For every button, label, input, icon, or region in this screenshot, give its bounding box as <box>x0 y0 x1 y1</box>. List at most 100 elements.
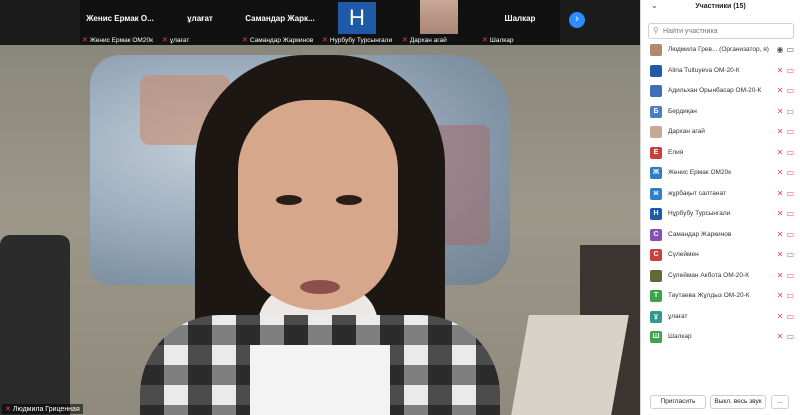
mic-off-icon[interactable]: ✕ <box>777 209 785 218</box>
search-box[interactable]: ⚲ <box>648 23 794 39</box>
thumbnail-label: ✕ Нурбубу Турсынгали <box>322 37 393 44</box>
participant-avatar: ж <box>650 187 662 200</box>
mic-off-icon[interactable]: ✕ <box>777 66 785 75</box>
participant-name: Самандар Жаркинов <box>668 230 732 238</box>
participant-row[interactable]: С Самандар Жаркинов ✕ ▭ <box>641 226 800 247</box>
thumbnail-tile[interactable]: ✕ Дархан агай <box>400 0 480 45</box>
mic-off-icon[interactable]: ✕ <box>777 168 785 177</box>
mic-off-icon[interactable]: ✕ <box>777 332 785 341</box>
participant-row[interactable]: Ш Шалкар ✕ ▭ <box>641 328 800 349</box>
participant-row[interactable]: Сулейман Акбота ОМ-20-К ✕ ▭ <box>641 267 800 288</box>
participant-name: Шалкар <box>668 333 692 340</box>
participant-name: Людмила Грев... (Организатор, я) <box>668 46 769 53</box>
person-inner-shirt <box>250 345 390 415</box>
camera-off-icon: ▭ <box>786 291 795 300</box>
camera-off-icon: ▭ <box>786 106 795 116</box>
participant-name: Нұрбубу Турсынгали <box>668 210 731 217</box>
mic-off-icon[interactable]: ✕ <box>777 127 785 136</box>
participant-name: Бердиқан <box>668 107 697 115</box>
participant-avatar <box>650 85 662 97</box>
participant-row[interactable]: С Сүлеймен ✕ ▭ <box>641 246 800 267</box>
participant-name: Адильхан Орынбасар ОМ-20-К <box>668 87 762 94</box>
mic-off-icon[interactable]: ✕ <box>777 189 785 198</box>
person-eye <box>336 195 362 205</box>
person-face <box>238 100 398 310</box>
person-mouth <box>300 280 340 294</box>
person-eye <box>276 195 302 205</box>
camera-off-icon: ▭ <box>786 65 795 75</box>
participant-status-icons: ✕ ▭ <box>777 86 795 95</box>
mic-off-icon: ✕ <box>5 406 11 413</box>
camera-off-icon: ▭ <box>786 209 795 218</box>
mic-off-icon[interactable]: ✕ <box>777 230 785 239</box>
camera-off-icon: ▭ <box>786 229 795 239</box>
thumbnail-label: ✕ ұлағат <box>162 37 190 44</box>
camera-off-icon: ▭ <box>786 147 795 157</box>
participant-avatar: Н <box>650 208 662 220</box>
mic-off-icon[interactable]: ✕ <box>777 250 785 259</box>
participant-row[interactable]: Дархан агай ✕ ▭ <box>641 123 800 144</box>
thumbnail-tile[interactable]: Женис Ермак О... ✕ Женис Ермак ОМ20к <box>80 0 160 45</box>
participant-row[interactable]: Т Таутаева Жұлдыз ОМ-20-К ✕ ▭ <box>641 287 800 308</box>
desk <box>511 315 629 415</box>
participants-panel: ⌄ Участники (15) ⚲ Людмила Грев... (Орга… <box>640 0 800 415</box>
thumbnail-tile[interactable]: Шалкар ✕ Шалкар <box>480 0 560 45</box>
mic-off-icon[interactable]: ✕ <box>777 312 785 321</box>
participant-row[interactable]: Е Елия ✕ ▭ <box>641 144 800 165</box>
chevron-right-icon: › <box>575 13 579 25</box>
participant-status-icons: ✕ ▭ <box>777 107 795 116</box>
mic-icon[interactable]: ◉ <box>776 45 784 54</box>
camera-off-icon: ▭ <box>786 250 795 259</box>
search-input[interactable] <box>663 25 791 37</box>
participant-avatar: С <box>650 228 662 241</box>
main-video-area: Женис Ермак О... ✕ Женис Ермак ОМ20к ұлағ… <box>0 0 640 415</box>
mic-off-icon: ✕ <box>322 37 328 44</box>
participant-row[interactable]: ұ ұлағат ✕ ▭ <box>641 308 800 329</box>
mic-off-icon: ✕ <box>162 37 168 44</box>
camera-off-icon: ▭ <box>786 188 795 198</box>
participant-avatar: Ж <box>650 167 662 179</box>
participant-row[interactable]: Б Бердиқан ✕ ▭ <box>641 103 800 124</box>
participant-status-icons: ✕ ▭ <box>777 332 795 341</box>
mic-off-icon[interactable]: ✕ <box>777 107 785 116</box>
thumbnail-name: ұлағат <box>187 14 213 23</box>
mic-off-icon: ✕ <box>82 37 88 44</box>
participant-status-icons: ✕ ▭ <box>777 127 795 136</box>
mute-all-button[interactable]: Выкл. весь звук <box>710 395 766 409</box>
thumbnail-name: Женис Ермак О... <box>86 14 154 23</box>
search-icon: ⚲ <box>653 26 659 35</box>
participant-row[interactable]: Адильхан Орынбасар ОМ-20-К ✕ ▭ <box>641 82 800 103</box>
participant-avatar: С <box>650 249 662 261</box>
thumbnail-label: ✕ Самандар Жаркинов <box>242 37 314 44</box>
participant-row[interactable]: Alina Tultuyeva ОМ-20-К ✕ ▭ <box>641 62 800 83</box>
thumbnail-label: ✕ Женис Ермак ОМ20к <box>82 37 153 44</box>
participant-status-icons: ◉ ▭ <box>776 45 795 54</box>
mic-off-icon: ✕ <box>242 37 248 44</box>
participant-row[interactable]: Людмила Грев... (Организатор, я) ◉ ▭ <box>641 41 800 62</box>
mic-off-icon: ✕ <box>482 37 488 44</box>
next-page-button[interactable]: › <box>569 12 585 28</box>
mic-off-icon[interactable]: ✕ <box>777 86 785 95</box>
participant-status-icons: ✕ ▭ <box>777 250 795 259</box>
more-button[interactable]: ... <box>771 395 789 409</box>
mic-off-icon[interactable]: ✕ <box>777 291 785 300</box>
participant-name: Дархан агай <box>668 128 705 135</box>
participant-row[interactable]: Ж Женис Ермак ОМ20к ✕ ▭ <box>641 164 800 185</box>
invite-button[interactable]: Пригласить <box>650 395 706 409</box>
participant-row[interactable]: ж жұрбақыт салтанат ✕ ▭ <box>641 185 800 206</box>
participant-avatar: Ш <box>650 331 662 343</box>
mic-off-icon[interactable]: ✕ <box>777 148 785 157</box>
participant-avatar: Б <box>650 105 662 118</box>
participant-name: Сулейман Акбота ОМ-20-К <box>668 271 749 279</box>
participant-row[interactable]: Н Нұрбубу Турсынгали ✕ ▭ <box>641 205 800 226</box>
participant-name: Елия <box>668 148 684 156</box>
panel-header: ⌄ Участники (15) <box>641 0 800 14</box>
mic-off-icon[interactable]: ✕ <box>777 271 785 280</box>
thumbnail-tile[interactable]: Н ✕ Нурбубу Турсынгали <box>320 0 400 45</box>
participant-status-icons: ✕ ▭ <box>777 66 795 75</box>
participant-name: ұлағат <box>668 312 688 320</box>
thumbnail-tile[interactable]: ұлағат ✕ ұлағат <box>160 0 240 45</box>
participant-avatar: Т <box>650 290 662 302</box>
thumbnail-label: ✕ Дархан агай <box>402 37 447 44</box>
thumbnail-tile[interactable]: Самандар Жарк... ✕ Самандар Жаркинов <box>240 0 320 45</box>
